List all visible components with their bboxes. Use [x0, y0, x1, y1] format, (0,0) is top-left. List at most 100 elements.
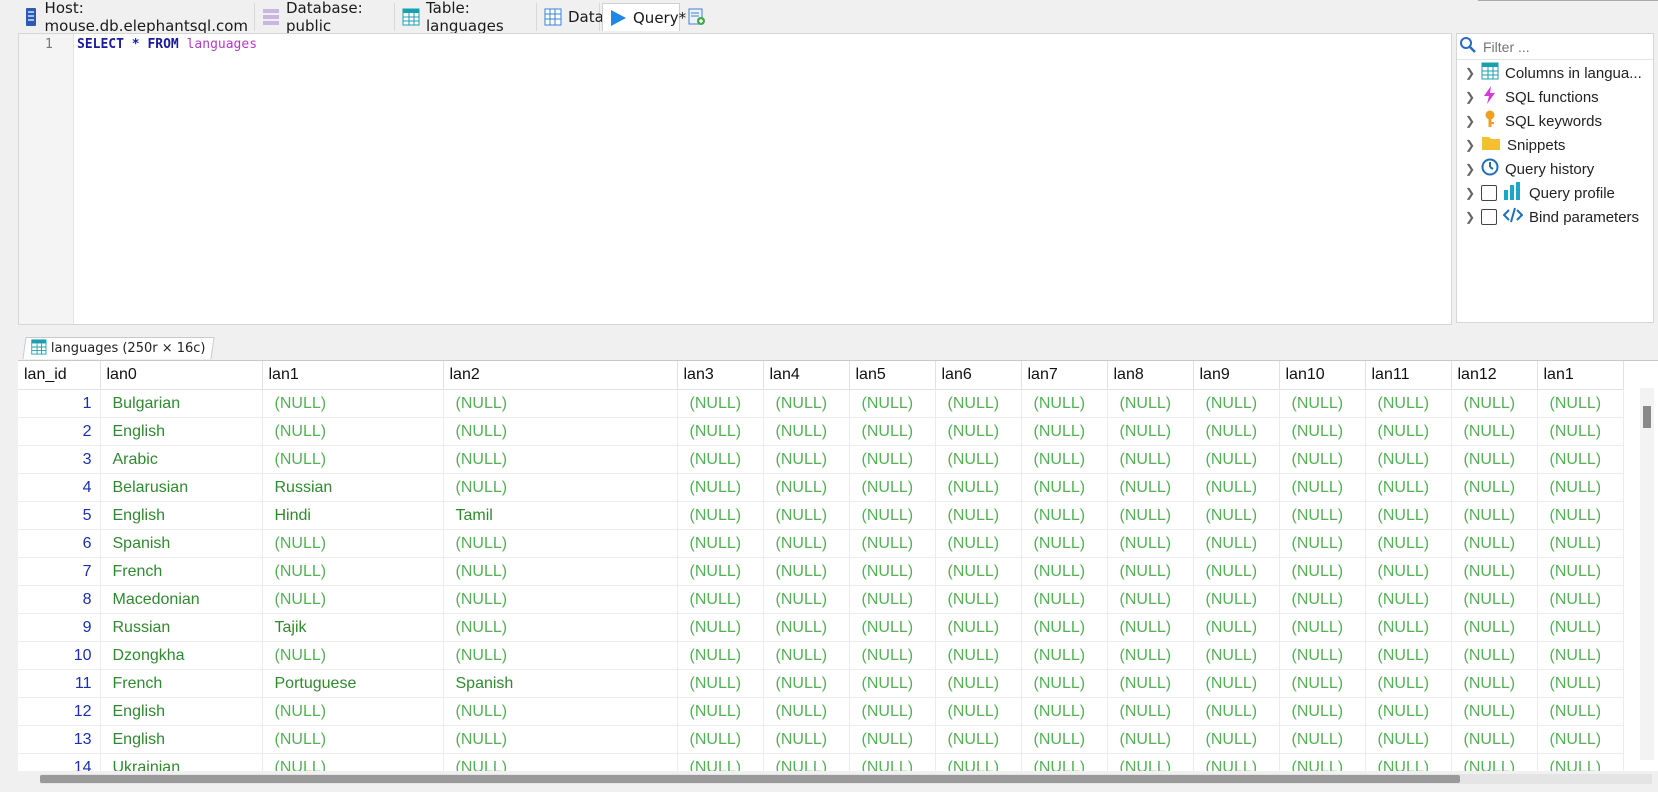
table-cell[interactable]: Russian: [100, 613, 263, 642]
table-cell[interactable]: (NULL): [935, 697, 1022, 726]
column-header[interactable]: lan9: [1193, 361, 1280, 390]
helper-columns[interactable]: ❯ Columns in langua...: [1465, 61, 1642, 85]
table-cell[interactable]: Spanish: [443, 669, 678, 698]
table-cell[interactable]: (NULL): [1537, 641, 1624, 670]
table-cell[interactable]: (NULL): [763, 697, 850, 726]
table-cell[interactable]: (NULL): [1193, 613, 1280, 642]
column-header[interactable]: lan_id: [18, 361, 101, 390]
table-cell[interactable]: (NULL): [1193, 753, 1280, 771]
table-cell[interactable]: (NULL): [1279, 389, 1366, 418]
table-cell[interactable]: (NULL): [1279, 445, 1366, 474]
table-row[interactable]: 7 French (NULL) (NULL) (NULL) (NULL) (NULL) (NU…: [18, 557, 1624, 586]
table-cell[interactable]: (NULL): [1451, 557, 1538, 586]
table-cell[interactable]: (NULL): [443, 725, 678, 754]
table-cell[interactable]: Ukrainian: [100, 753, 263, 771]
table-cell[interactable]: (NULL): [677, 529, 764, 558]
table-cell[interactable]: (NULL): [1365, 753, 1452, 771]
table-cell[interactable]: (NULL): [1279, 613, 1366, 642]
table-cell[interactable]: (NULL): [1451, 725, 1538, 754]
table-cell[interactable]: (NULL): [1365, 417, 1452, 446]
table-cell[interactable]: (NULL): [1365, 641, 1452, 670]
table-cell[interactable]: (NULL): [1451, 529, 1538, 558]
table-cell[interactable]: (NULL): [1537, 753, 1624, 771]
table-cell[interactable]: Hindi: [262, 501, 444, 530]
table-cell[interactable]: (NULL): [677, 669, 764, 698]
table-cell[interactable]: (NULL): [1193, 417, 1280, 446]
table-cell[interactable]: (NULL): [1193, 557, 1280, 586]
result-tab[interactable]: languages (250r × 16c): [22, 337, 215, 359]
table-cell[interactable]: (NULL): [262, 557, 444, 586]
table-cell[interactable]: (NULL): [849, 529, 936, 558]
helper-bind-parameters[interactable]: ❯ Bind parameters: [1465, 205, 1639, 229]
table-row[interactable]: 1 Bulgarian (NULL) (NULL) (NULL) (NULL) (NULL)…: [18, 389, 1624, 418]
table-cell[interactable]: (NULL): [1365, 389, 1452, 418]
table-cell[interactable]: (NULL): [1107, 529, 1194, 558]
table-cell[interactable]: (NULL): [1451, 641, 1538, 670]
table-cell[interactable]: (NULL): [1537, 445, 1624, 474]
table-cell[interactable]: (NULL): [849, 473, 936, 502]
table-cell[interactable]: (NULL): [763, 613, 850, 642]
table-cell[interactable]: English: [100, 725, 263, 754]
table-cell[interactable]: (NULL): [1279, 697, 1366, 726]
table-cell[interactable]: (NULL): [935, 753, 1022, 771]
column-header[interactable]: lan6: [935, 361, 1022, 390]
table-cell[interactable]: (NULL): [443, 529, 678, 558]
new-query-tab-button[interactable]: [682, 3, 710, 31]
table-row[interactable]: 6 Spanish (NULL) (NULL) (NULL) (NULL) (NULL) (N…: [18, 529, 1624, 558]
table-cell[interactable]: (NULL): [1365, 557, 1452, 586]
table-cell[interactable]: (NULL): [1451, 473, 1538, 502]
table-cell[interactable]: (NULL): [1537, 697, 1624, 726]
table-cell[interactable]: (NULL): [935, 641, 1022, 670]
table-cell[interactable]: (NULL): [262, 389, 444, 418]
sql-code[interactable]: SELECT * FROM languages: [77, 37, 257, 52]
table-cell[interactable]: (NULL): [1021, 557, 1108, 586]
table-cell[interactable]: (NULL): [1279, 557, 1366, 586]
table-cell[interactable]: (NULL): [763, 417, 850, 446]
helper-snippets[interactable]: ❯ Snippets: [1465, 133, 1565, 157]
table-cell[interactable]: (NULL): [763, 641, 850, 670]
table-cell[interactable]: (NULL): [1279, 669, 1366, 698]
tab-query[interactable]: Query*: [602, 3, 686, 31]
table-row[interactable]: 5 English Hindi Tamil (NULL) (NULL) (NULL) (NUL…: [18, 501, 1624, 530]
table-cell[interactable]: (NULL): [1107, 445, 1194, 474]
table-cell[interactable]: (NULL): [849, 641, 936, 670]
tab-host[interactable]: Host: mouse.db.elephantsql.com: [18, 0, 255, 35]
table-cell[interactable]: (NULL): [1021, 613, 1108, 642]
table-cell[interactable]: (NULL): [443, 697, 678, 726]
table-cell[interactable]: (NULL): [1365, 445, 1452, 474]
helper-sql-functions[interactable]: ❯ SQL functions: [1465, 85, 1599, 109]
table-cell[interactable]: (NULL): [1537, 501, 1624, 530]
table-cell[interactable]: Tamil: [443, 501, 678, 530]
horizontal-scroll-thumb[interactable]: [40, 775, 1460, 783]
column-header[interactable]: lan4: [763, 361, 850, 390]
table-cell[interactable]: (NULL): [1021, 725, 1108, 754]
table-cell[interactable]: (NULL): [1107, 417, 1194, 446]
table-cell[interactable]: (NULL): [935, 557, 1022, 586]
table-cell[interactable]: Arabic: [100, 445, 263, 474]
table-cell[interactable]: 13: [18, 725, 101, 754]
table-cell[interactable]: (NULL): [763, 585, 850, 614]
table-cell[interactable]: (NULL): [1193, 529, 1280, 558]
table-row[interactable]: 14 Ukrainian (NULL) (NULL) (NULL) (NULL) (NULL…: [18, 753, 1624, 771]
table-cell[interactable]: (NULL): [677, 557, 764, 586]
table-cell[interactable]: (NULL): [1107, 557, 1194, 586]
table-cell[interactable]: (NULL): [849, 613, 936, 642]
table-cell[interactable]: English: [100, 501, 263, 530]
vertical-scrollbar[interactable]: [1640, 388, 1654, 760]
table-cell[interactable]: (NULL): [262, 529, 444, 558]
table-cell[interactable]: (NULL): [849, 697, 936, 726]
table-cell[interactable]: (NULL): [1365, 529, 1452, 558]
table-cell[interactable]: (NULL): [935, 669, 1022, 698]
table-cell[interactable]: (NULL): [849, 445, 936, 474]
table-cell[interactable]: (NULL): [677, 389, 764, 418]
table-cell[interactable]: (NULL): [1279, 501, 1366, 530]
column-header[interactable]: lan11: [1365, 361, 1452, 390]
column-header[interactable]: lan0: [100, 361, 263, 390]
table-cell[interactable]: (NULL): [677, 445, 764, 474]
table-cell[interactable]: Belarusian: [100, 473, 263, 502]
table-cell[interactable]: (NULL): [849, 725, 936, 754]
table-cell[interactable]: 9: [18, 613, 101, 642]
table-cell[interactable]: (NULL): [935, 529, 1022, 558]
table-cell[interactable]: (NULL): [1107, 501, 1194, 530]
column-header[interactable]: lan5: [849, 361, 936, 390]
